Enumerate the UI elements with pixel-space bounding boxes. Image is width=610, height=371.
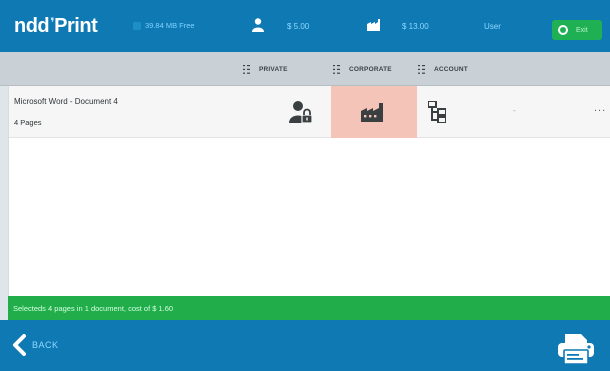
account-option-cell[interactable] [417,86,457,138]
print-button[interactable] [556,330,596,369]
account-tree-icon [428,101,446,123]
printer-icon [558,334,594,365]
sort-icon [333,65,340,74]
column-header-account[interactable]: ACCOUNT [418,65,468,74]
exit-label: Exit [576,26,588,34]
column-header-private[interactable]: PRIVATE [243,65,288,74]
document-name: Microsoft Word - Document 4 [14,97,118,106]
logo-mark: Print [54,15,98,37]
private-balance: $ 5.00 [287,22,310,31]
bottom-bar: BACK [0,320,610,371]
storage-icon [133,22,141,31]
selection-status-bar: Selecteds 4 pages in 1 document, cost of… [8,296,610,320]
factory-icon [361,103,383,122]
user-lock-icon [289,101,313,124]
selection-status-text: Selecteds 4 pages in 1 document, cost of… [13,304,174,313]
column-label-corporate: CORPORATE [349,66,392,73]
corporate-balance: $ 13.00 [402,22,429,31]
free-space-text: 39.84 MB Free [145,21,195,30]
logo-main: ndd [14,15,50,37]
column-label-account: ACCOUNT [434,66,468,73]
more-options-icon[interactable]: ... [594,102,606,114]
user-icon [252,18,264,32]
exit-button[interactable]: Exit [552,20,602,40]
back-label: BACK [32,340,59,350]
sort-icon [418,65,425,74]
document-pages: 4 Pages [14,118,42,127]
factory-icon [367,19,380,31]
top-bar: ndd❜Print 39.84 MB Free $ 5.00 $ 13.00 U… [0,0,610,52]
account-value: - [513,106,516,115]
document-list: Microsoft Word - Document 4 4 Pages - ..… [8,86,610,296]
free-space-indicator: 39.84 MB Free [133,21,195,31]
table-row[interactable]: Microsoft Word - Document 4 4 Pages - ..… [9,86,610,138]
power-icon [558,25,568,35]
back-button[interactable]: BACK [12,334,59,356]
app-logo: ndd❜Print [14,15,98,38]
column-header-corporate[interactable]: CORPORATE [333,65,392,74]
sort-icon [243,65,250,74]
column-label-private: PRIVATE [259,66,288,73]
corporate-option-cell[interactable] [331,86,417,138]
app-window: ndd❜Print 39.84 MB Free $ 5.00 $ 13.00 U… [0,0,610,371]
user-label[interactable]: User [484,22,501,31]
chevron-left-icon [13,334,26,356]
column-header-row: PRIVATE CORPORATE ACCOUNT [0,52,610,86]
private-option-cell[interactable] [271,86,331,138]
